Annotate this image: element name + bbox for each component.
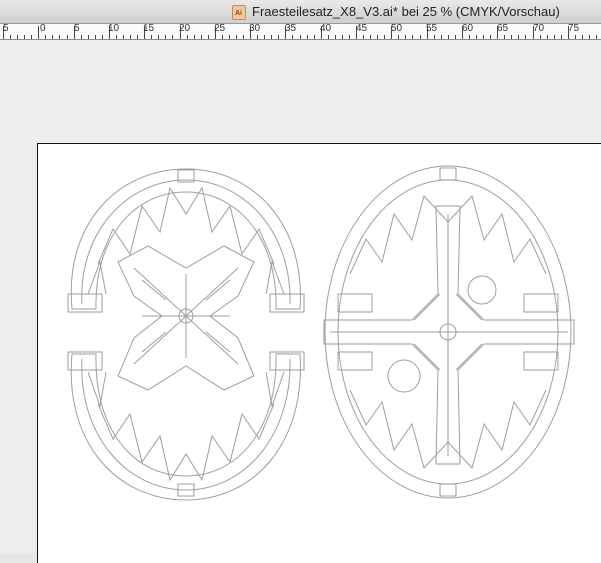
ruler-label: 50 — [391, 24, 403, 34]
document-canvas[interactable] — [0, 40, 601, 563]
ruler-label: 35 — [285, 24, 297, 34]
horizontal-ruler[interactable]: 5 0 5 10 15 20 25 30 35 40 45 50 55 60 6… — [0, 24, 601, 40]
ruler-label: 30 — [249, 24, 261, 34]
ruler-label: 15 — [143, 24, 155, 34]
ruler-label: 5 — [3, 24, 9, 34]
artboard[interactable] — [37, 143, 601, 563]
ruler-ticks — [3, 26, 597, 39]
ruler-label: 75 — [568, 24, 580, 34]
ruler-label: 55 — [426, 24, 438, 34]
ruler-label: 20 — [179, 24, 191, 34]
ruler-label: 10 — [108, 24, 120, 34]
window-title-bar[interactable]: Ai Fraesteilesatz_X8_V3.ai* bei 25 % (CM… — [0, 0, 601, 24]
window-title: Fraesteilesatz_X8_V3.ai* bei 25 % (CMYK/… — [252, 4, 560, 19]
ruler-label: 40 — [320, 24, 332, 34]
ruler-label: 70 — [533, 24, 545, 34]
ruler-label: 5 — [74, 24, 80, 34]
left-center-plate[interactable] — [117, 245, 255, 391]
ruler-label: 0 — [40, 24, 46, 34]
ruler-label: 25 — [214, 24, 226, 34]
ruler-label: 45 — [356, 24, 368, 34]
illustrator-document-icon: Ai — [232, 5, 246, 20]
milling-parts-artwork[interactable] — [38, 144, 601, 554]
ruler-label: 60 — [462, 24, 474, 34]
ruler-label: 65 — [497, 24, 509, 34]
